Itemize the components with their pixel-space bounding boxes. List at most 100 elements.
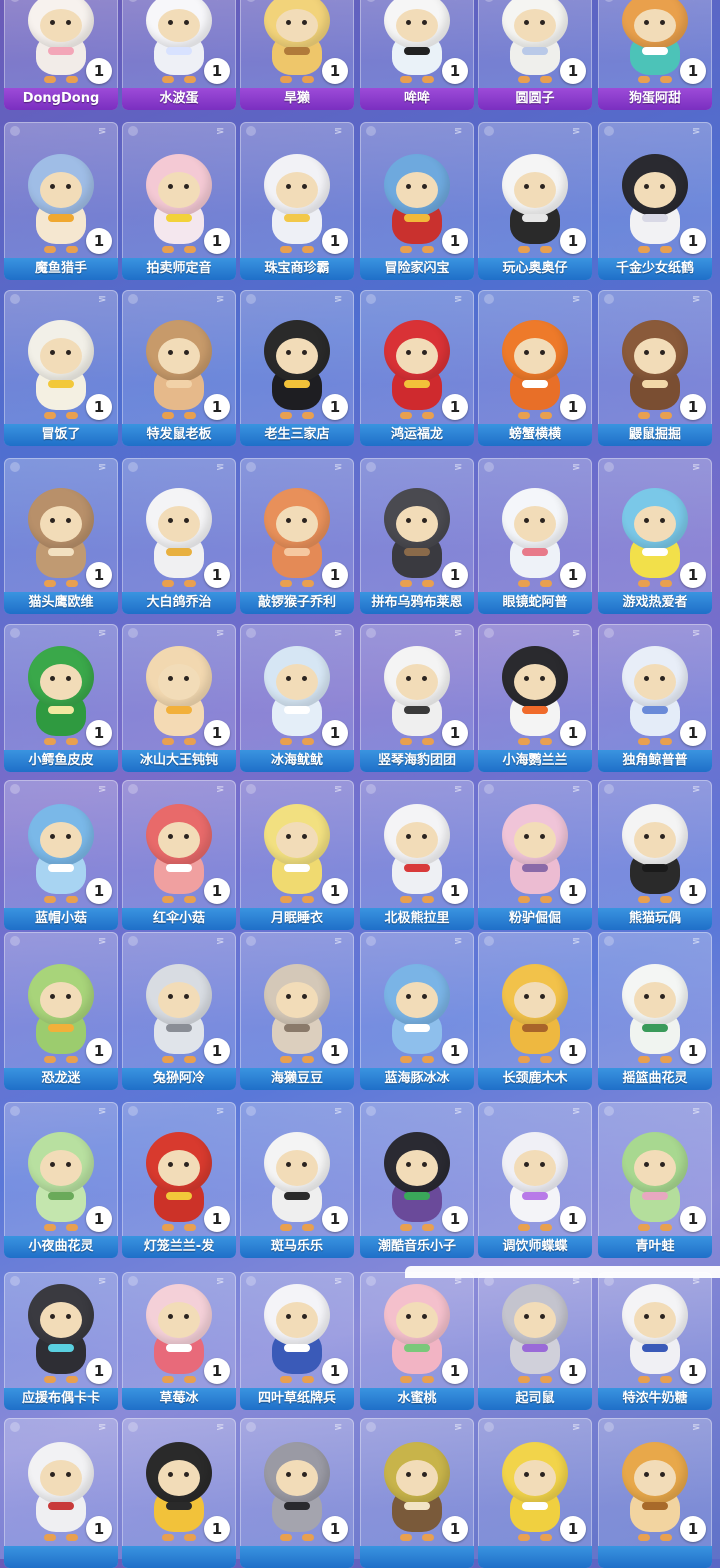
figure-eye [302,350,307,355]
collection-card[interactable]: ⋝ 1 斑马乐乐 [240,1102,354,1258]
collection-card[interactable]: ⋝ 1 潮酷音乐小子 [360,1102,474,1258]
collection-card[interactable]: ⋝ 1 珠宝商珍霸 [240,122,354,280]
collection-card[interactable]: ⋝ 1 四叶草纸牌兵 [240,1272,354,1410]
collection-card[interactable]: ⋝ 1 鼹鼠掘掘 [598,290,712,446]
collection-card[interactable]: ⋝ 1 小海鹦兰兰 [478,624,592,772]
collection-card[interactable]: ⋝ 1 哞哞 [360,0,474,110]
collection-card[interactable]: ⋝ 1 狗蛋阿甜 [598,0,712,110]
figure-accent [48,548,74,556]
collection-card[interactable]: ⋝ 1 [360,1418,474,1568]
collection-card[interactable]: ⋝ 1 拼布乌鸦布莱恩 [360,458,474,614]
collection-card[interactable]: ⋝ 1 草莓冰 [122,1272,236,1410]
collection-card[interactable]: ⋝ 1 老生三家店 [240,290,354,446]
collection-card[interactable]: ⋝ 1 千金少女纸鹤 [598,122,712,280]
card-corner-icon [604,126,614,136]
count-badge: 1 [680,1358,706,1384]
collection-card[interactable]: ⋝ 1 水蜜桃 [360,1272,474,1410]
collection-card[interactable]: ⋝ 1 兔狲阿冷 [122,932,236,1090]
card-corner-icon [246,936,256,946]
collection-card[interactable]: ⋝ 1 [240,1418,354,1568]
count-badge: 1 [204,1516,230,1542]
card-corner-icon [128,0,138,2]
collection-card[interactable]: ⋝ 1 魔鱼猎手 [4,122,118,280]
collection-card[interactable]: ⋝ 1 摇篮曲花灵 [598,932,712,1090]
collection-card[interactable]: ⋝ 1 DongDong [4,0,118,110]
figure-eye [644,184,649,189]
collection-card[interactable]: ⋝ 1 玩心奥奥仔 [478,122,592,280]
figure-accent [284,864,310,872]
collection-card[interactable]: ⋝ 1 北极熊拉里 [360,780,474,930]
collection-card[interactable]: ⋝ 1 粉驴倔倔 [478,780,592,930]
collection-card[interactable]: ⋝ 1 调饮师蝶蝶 [478,1102,592,1258]
collection-card[interactable]: ⋝ 1 敲锣猴子乔利 [240,458,354,614]
count-badge: 1 [680,58,706,84]
collection-card[interactable]: ⋝ 1 特浓牛奶糖 [598,1272,712,1410]
collection-card[interactable]: ⋝ 1 游戏热爱者 [598,458,712,614]
collection-card[interactable]: ⋝ 1 小夜曲花灵 [4,1102,118,1258]
brand-mark-icon: ⋝ [216,294,225,305]
collection-card[interactable]: ⋝ 1 青叶蛙 [598,1102,712,1258]
figure-eye [540,994,545,999]
collection-card[interactable]: ⋝ 1 圆圆子 [478,0,592,110]
figure-eye [286,19,291,25]
figure-eye [406,184,411,189]
brand-mark-icon: ⋝ [572,462,581,473]
brand-mark-icon: ⋝ [572,0,586,10]
collection-card[interactable]: ⋝ 1 冰山大王钝钝 [122,624,236,772]
figure-eye [406,1472,411,1477]
collection-card[interactable]: ⋝ 1 应援布偶卡卡 [4,1272,118,1410]
collection-card[interactable]: ⋝ 1 独角鲸普普 [598,624,712,772]
collection-card[interactable]: ⋝ 1 小鳄鱼皮皮 [4,624,118,772]
figure-foot [66,1534,78,1541]
figure-accent [166,1502,192,1510]
character-name-label: 水蜜桃 [360,1388,474,1410]
collection-card[interactable]: ⋝ 1 [598,1418,712,1568]
collection-card[interactable]: ⋝ 1 水波蛋 [122,0,236,110]
figure-foot [540,1224,552,1231]
figure-accent [284,548,310,556]
collection-card[interactable]: ⋝ 1 旱獭 [240,0,354,110]
figure-foot [66,246,78,253]
collection-card[interactable]: ⋝ 1 红伞小菇 [122,780,236,930]
collection-card[interactable]: ⋝ 1 灯笼兰兰-发 [122,1102,236,1258]
figure-foot [422,76,434,83]
collection-card[interactable]: ⋝ 1 特发鼠老板 [122,290,236,446]
collection-card[interactable]: ⋝ 1 [4,1418,118,1568]
collection-card[interactable]: ⋝ 1 [122,1418,236,1568]
collection-card[interactable]: ⋝ 1 竖琴海豹团团 [360,624,474,772]
collection-card[interactable]: ⋝ 1 恐龙迷 [4,932,118,1090]
collection-card[interactable]: ⋝ 1 冰海鱿鱿 [240,624,354,772]
figure-face [40,822,82,858]
figure-face [276,172,318,208]
collection-card[interactable]: ⋝ 1 蓝海豚冰冰 [360,932,474,1090]
figure-foot [400,738,412,745]
figure-eye [406,350,411,355]
figure-eye [422,19,427,25]
collection-card[interactable]: ⋝ 1 鸿运福龙 [360,290,474,446]
figure-eye [50,184,55,189]
collection-card[interactable]: ⋝ 1 起司鼠 [478,1272,592,1410]
collection-grid: ⋝1DongDong⋝1水波蛋⋝1旱獭⋝1哞哞⋝1圆圆子⋝1狗蛋阿甜 ⋝1魔鱼猎手… [0,0,720,1568]
collection-card[interactable]: ⋝ 1 熊猫玩偶 [598,780,712,930]
collection-card[interactable]: ⋝ 1 月眠睡衣 [240,780,354,930]
collection-card[interactable]: ⋝ 1 螃蟹横横 [478,290,592,446]
collection-card[interactable]: ⋝ 1 猫头鹰欧维 [4,458,118,614]
collection-card[interactable]: ⋝ 1 冒饭了 [4,290,118,446]
collection-card[interactable]: ⋝ 1 [478,1418,592,1568]
figure-face [634,822,676,858]
figure-accent [284,214,310,222]
collection-card[interactable]: ⋝ 1 大白鸽乔治 [122,458,236,614]
collection-card[interactable]: ⋝ 1 冒险家闪宝 [360,122,474,280]
collection-card[interactable]: ⋝ 1 蓝帽小菇 [4,780,118,930]
figure-eye [406,994,411,999]
collection-card[interactable]: ⋝ 1 海獭豆豆 [240,932,354,1090]
figure-foot [540,1376,552,1383]
count-badge: 1 [560,228,586,254]
collection-card[interactable]: ⋝ 1 眼镜蛇阿普 [478,458,592,614]
collection-card[interactable]: ⋝ 1 长颈鹿木木 [478,932,592,1090]
collection-card[interactable]: ⋝ 1 拍卖师定音 [122,122,236,280]
card-corner-icon [128,126,138,136]
figure-face [40,1302,82,1338]
brand-mark-icon: ⋝ [454,936,463,947]
figure-face [276,8,318,42]
